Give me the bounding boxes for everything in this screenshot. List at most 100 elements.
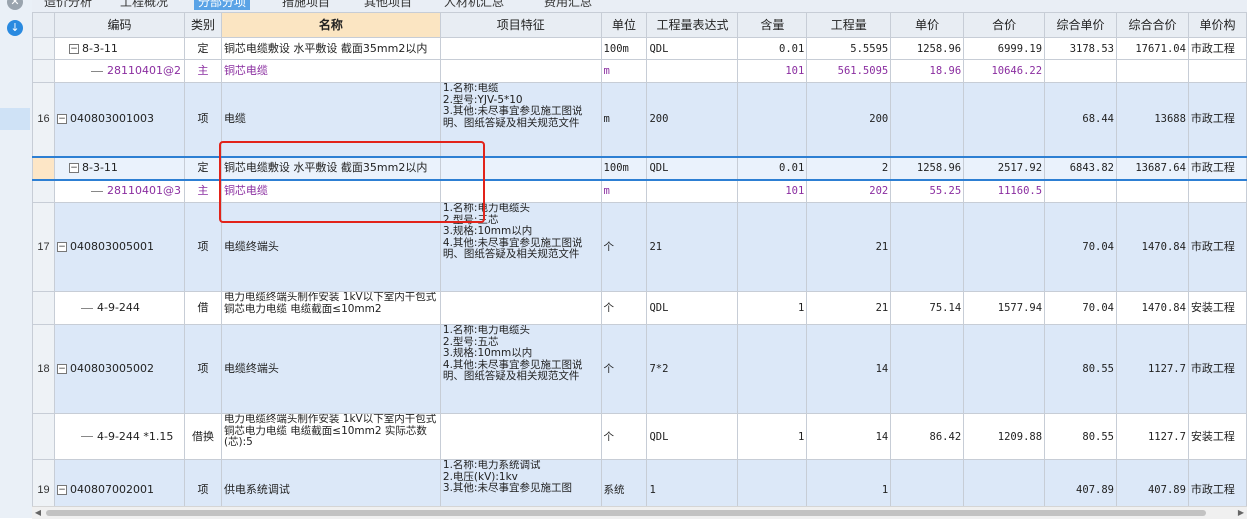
row-content-cell[interactable]: 101 <box>737 59 808 83</box>
table-row[interactable]: 28110401@2 主铜芯电缆 m 101 561.5095 18.96 10646.22 <box>32 59 1247 83</box>
row-comprehensive-total-cell[interactable]: 407.89 <box>1115 459 1189 506</box>
row-price-composition-cell[interactable]: 市政工程 <box>1187 459 1247 506</box>
row-price-composition-cell[interactable]: 市政工程 <box>1187 37 1247 60</box>
row-name-cell[interactable]: 铜芯电缆 <box>220 59 441 83</box>
row-name-cell[interactable]: 供电系统调试 <box>220 459 441 506</box>
col-header-quantity[interactable]: 工程量 <box>806 12 892 38</box>
row-comprehensive-unit-price-cell[interactable]: 70.04 <box>1044 291 1117 325</box>
collapse-toggle-icon[interactable]: − <box>68 163 79 173</box>
table-row[interactable]: −8-3-11 定铜芯电缆敷设 水平敷设 截面35mm2以内 100m QDL 0.01… <box>32 37 1247 60</box>
col-header-price-composition[interactable]: 单价构 <box>1187 12 1247 38</box>
row-price-composition-cell[interactable]: 市政工程 <box>1187 155 1247 181</box>
row-total-price-cell[interactable] <box>963 202 1046 292</box>
col-header-content[interactable]: 含量 <box>737 12 808 38</box>
col-header-total-price[interactable]: 合价 <box>963 12 1046 38</box>
row-price-composition-cell[interactable]: 市政工程 <box>1187 324 1247 414</box>
row-name-cell[interactable]: 电缆终端头 <box>220 324 441 414</box>
row-features-cell[interactable]: 1.名称:电力系统调试 2.电压(kV):1kv 3.其他:未尽事宜参见施工图 <box>439 459 602 506</box>
row-features-cell[interactable] <box>439 179 602 203</box>
row-total-price-cell[interactable] <box>963 82 1046 157</box>
row-unit-cell[interactable]: m <box>600 179 648 203</box>
row-unit-cell[interactable]: 100m <box>600 155 648 181</box>
row-type-cell[interactable]: 定 <box>183 37 222 60</box>
row-price-composition-cell[interactable]: 安装工程 <box>1187 291 1247 325</box>
close-icon[interactable]: ✕ <box>7 0 23 10</box>
row-code-cell[interactable]: 28110401@3 <box>53 179 185 203</box>
row-qty-expression-cell[interactable] <box>646 59 739 83</box>
row-content-cell[interactable] <box>737 82 808 157</box>
row-name-cell[interactable]: 铜芯电缆敷设 水平敷设 截面35mm2以内 <box>220 37 441 60</box>
row-comprehensive-unit-price-cell[interactable] <box>1044 179 1117 203</box>
row-type-cell[interactable]: 主 <box>183 179 222 203</box>
row-comprehensive-total-cell[interactable]: 1127.7 <box>1115 324 1189 414</box>
row-comprehensive-unit-price-cell[interactable]: 68.44 <box>1044 82 1117 157</box>
row-quantity-cell[interactable]: 200 <box>806 82 892 157</box>
row-content-cell[interactable] <box>737 324 808 414</box>
row-type-cell[interactable]: 项 <box>183 324 222 414</box>
tab-project-overview[interactable]: 工程概况 <box>116 0 172 10</box>
row-qty-expression-cell[interactable]: QDL <box>646 37 739 60</box>
row-unit-price-cell[interactable]: 1258.96 <box>890 37 965 60</box>
sidebar-selected-item[interactable] <box>0 108 30 130</box>
row-quantity-cell[interactable]: 14 <box>806 324 892 414</box>
row-comprehensive-total-cell[interactable]: 1470.84 <box>1115 291 1189 325</box>
col-header-features[interactable]: 项目特征 <box>439 12 602 38</box>
row-comprehensive-unit-price-cell[interactable] <box>1044 59 1117 83</box>
row-features-cell[interactable] <box>439 37 602 60</box>
row-total-price-cell[interactable] <box>963 459 1046 506</box>
horizontal-scrollbar[interactable]: ◀ ▶ <box>32 506 1247 519</box>
col-header-comprehensive-unit-price[interactable]: 综合单价 <box>1044 12 1117 38</box>
col-header-type[interactable]: 类别 <box>183 12 222 38</box>
collapse-toggle-icon[interactable]: − <box>56 242 67 252</box>
scrollbar-thumb[interactable] <box>46 510 1206 516</box>
row-price-composition-cell[interactable]: 市政工程 <box>1187 82 1247 157</box>
row-quantity-cell[interactable]: 202 <box>806 179 892 203</box>
row-code-cell[interactable]: 28110401@2 <box>53 59 185 83</box>
row-features-cell[interactable]: 1.名称:电缆 2.型号:YJV-5*10 3.其他:未尽事宜参见施工图说明、图… <box>439 82 602 157</box>
row-unit-cell[interactable]: m <box>600 59 648 83</box>
row-name-cell[interactable]: 电缆终端头 <box>220 202 441 292</box>
row-unit-cell[interactable]: m <box>600 82 648 157</box>
row-content-cell[interactable]: 101 <box>737 179 808 203</box>
row-code-cell[interactable]: −8-3-11 <box>53 155 185 181</box>
row-quantity-cell[interactable]: 2 <box>806 155 892 181</box>
row-name-cell[interactable]: 电缆 <box>220 82 441 157</box>
row-content-cell[interactable] <box>737 202 808 292</box>
row-code-cell[interactable]: 4-9-244 *1.15 <box>53 413 185 460</box>
row-price-composition-cell[interactable]: 安装工程 <box>1187 413 1247 460</box>
table-row[interactable]: 28110401@3 主铜芯电缆 m 101 202 55.25 11160.5 <box>32 179 1247 203</box>
table-row[interactable]: −8-3-11 定铜芯电缆敷设 水平敷设 截面35mm2以内 100m QDL 0.01… <box>32 155 1247 181</box>
tab-sub-items[interactable]: 分部分项 <box>194 0 251 10</box>
row-total-price-cell[interactable]: 11160.5 <box>963 179 1046 203</box>
row-qty-expression-cell[interactable] <box>646 179 739 203</box>
table-row[interactable]: 19−040807002001 项供电系统调试 1.名称:电力系统调试 2.电压(k… <box>32 459 1247 506</box>
row-total-price-cell[interactable]: 6999.19 <box>963 37 1046 60</box>
row-unit-price-cell[interactable]: 55.25 <box>890 179 965 203</box>
row-comprehensive-unit-price-cell[interactable]: 3178.53 <box>1044 37 1117 60</box>
row-qty-expression-cell[interactable]: QDL <box>646 291 739 325</box>
table-row[interactable]: 4-9-244 借电力电缆终端头制作安装 1kV以下室内干包式铜芯电力电缆 电缆截… <box>32 291 1247 325</box>
row-content-cell[interactable]: 1 <box>737 291 808 325</box>
row-quantity-cell[interactable]: 5.5595 <box>806 37 892 60</box>
row-qty-expression-cell[interactable]: 1 <box>646 459 739 506</box>
row-code-cell[interactable]: −040803005001 <box>53 202 185 292</box>
row-total-price-cell[interactable]: 2517.92 <box>963 155 1046 181</box>
row-quantity-cell[interactable]: 21 <box>806 202 892 292</box>
col-header-name[interactable]: 名称 <box>220 12 441 38</box>
row-unit-cell[interactable]: 个 <box>600 413 648 460</box>
row-total-price-cell[interactable]: 1209.88 <box>963 413 1046 460</box>
row-features-cell[interactable] <box>439 413 602 460</box>
tab-fee-summary[interactable]: 费用汇总 <box>540 0 596 10</box>
row-comprehensive-total-cell[interactable]: 1470.84 <box>1115 202 1189 292</box>
row-code-cell[interactable]: 4-9-244 <box>53 291 185 325</box>
tab-other-items[interactable]: 其他项目 <box>360 0 416 10</box>
row-features-cell[interactable] <box>439 155 602 181</box>
col-header-comprehensive-total[interactable]: 综合合价 <box>1115 12 1189 38</box>
row-comprehensive-unit-price-cell[interactable]: 80.55 <box>1044 324 1117 414</box>
row-unit-price-cell[interactable]: 18.96 <box>890 59 965 83</box>
row-unit-cell[interactable]: 系统 <box>600 459 648 506</box>
row-qty-expression-cell[interactable]: QDL <box>646 155 739 181</box>
row-unit-price-cell[interactable] <box>890 82 965 157</box>
collapse-toggle-icon[interactable]: − <box>68 43 79 54</box>
row-quantity-cell[interactable]: 1 <box>806 459 892 506</box>
